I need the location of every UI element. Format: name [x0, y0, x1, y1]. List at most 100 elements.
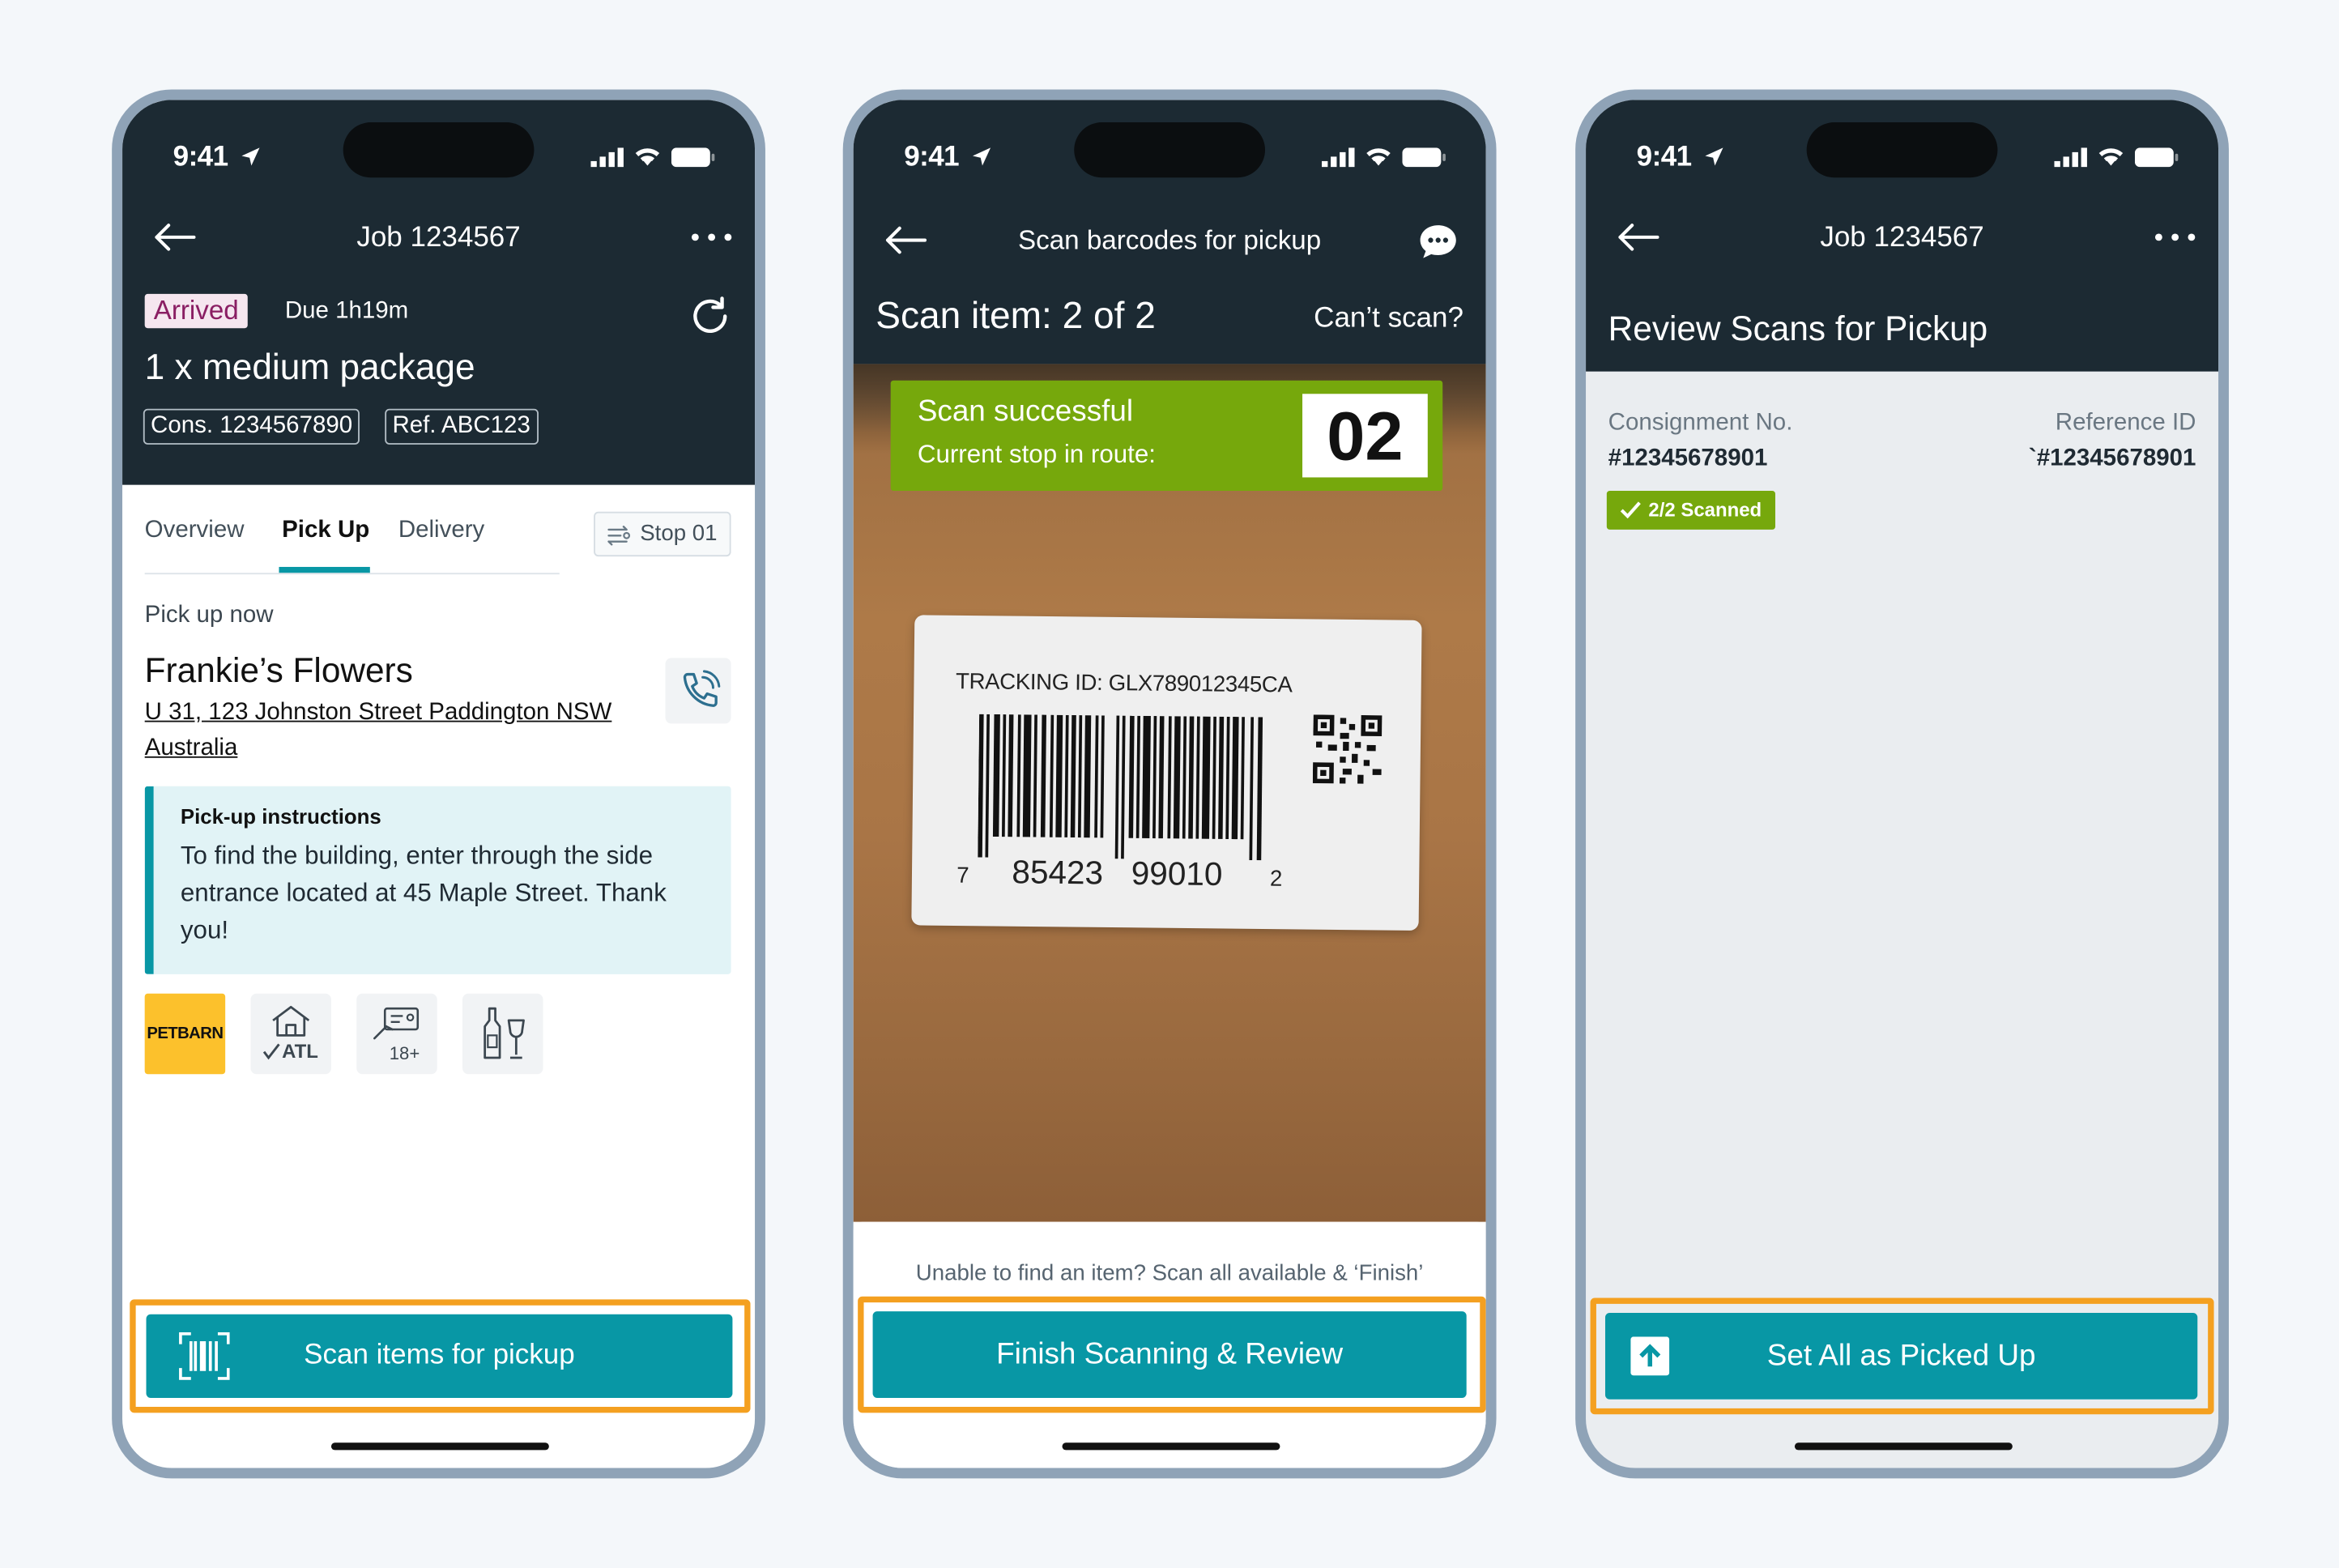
location-arrow-icon [241, 147, 260, 166]
upload-arrow-icon [1630, 1336, 1670, 1376]
finish-scanning-button[interactable]: Finish Scanning & Review [872, 1311, 1467, 1398]
battery-icon [671, 147, 715, 168]
consignment-value: #12345678901 [1608, 445, 1768, 472]
business-name: Frankie’s Flowers [144, 650, 413, 690]
address-line1: U 31, 123 Johnston Street Paddington NSW [144, 699, 612, 726]
scan-header: 9:41 Scan barcodes for pickup Scan item:… [853, 100, 1486, 364]
tab-overview[interactable]: Overview [145, 518, 245, 544]
petbarn-logo: PETBARN [144, 993, 226, 1075]
stop-selector[interactable]: Stop 01 [594, 511, 731, 557]
phone-job-details: 9:41 Job 1234567 Arrived Due 1h19m 1 x m… [112, 89, 765, 1479]
scan-hint: Unable to find an item? Scan all availab… [915, 1260, 1424, 1286]
instructions-text: To find the building, enter through the … [180, 841, 667, 944]
barcode-digit-left: 7 [956, 863, 969, 889]
qr-code-graphic [1312, 714, 1383, 784]
petbarn-label: PETBARN [147, 1025, 224, 1043]
phone-scan-barcodes: 9:41 Scan barcodes for pickup Scan item:… [842, 89, 1497, 1479]
home-indicator [1062, 1442, 1280, 1451]
atl-tag: ATL [250, 993, 331, 1075]
scan-success-banner: Scan successful Current stop in route: 0… [890, 380, 1443, 492]
page-title: Job 1234567 [356, 222, 521, 254]
tab-active-underline [279, 566, 370, 573]
package-summary: 1 x medium package [144, 347, 475, 388]
signal-icon [590, 147, 624, 168]
address-link[interactable]: U 31, 123 Johnston Street Paddington NSW… [145, 695, 612, 766]
status-time: 9:41 [904, 141, 960, 173]
stop-label: Stop 01 [640, 520, 718, 547]
wifi-icon [635, 148, 660, 166]
check-icon [262, 1043, 280, 1060]
home-indicator [1794, 1442, 2013, 1451]
barcode-scan-icon [179, 1332, 230, 1380]
set-picked-up-label: Set All as Picked Up [1766, 1339, 2036, 1372]
stop-number: 02 [1327, 396, 1404, 475]
success-title: Scan successful [917, 395, 1134, 428]
page-title: Job 1234567 [1820, 222, 1984, 254]
barcode-graphic [978, 714, 1263, 861]
camera-viewfinder: Scan successful Current stop in route: 0… [853, 364, 1486, 1222]
stop-number-box: 02 [1302, 394, 1428, 478]
scan-items-button[interactable]: Scan items for pickup [146, 1314, 733, 1398]
review-header: 9:41 Job 1234567 Review Scans for Pickup [1586, 100, 2219, 372]
status-bar: 9:41 [854, 130, 1486, 183]
tabs-divider [144, 573, 560, 575]
wine-bottle-glass-icon [484, 1007, 525, 1059]
scan-progress: Scan item: 2 of 2 [876, 295, 1156, 338]
signal-icon [1322, 147, 1355, 168]
address-line2: Australia [144, 735, 238, 761]
barcode-digits-2: 99010 [1129, 854, 1225, 895]
pickup-instructions: Pick-up instructions To find the buildin… [144, 786, 731, 974]
job-header: 9:41 Job 1234567 Arrived Due 1h19m 1 x m… [122, 100, 756, 485]
id-card-icon [373, 1007, 420, 1040]
scanned-badge: 2/2 Scanned [1606, 491, 1775, 530]
review-heading: Review Scans for Pickup [1608, 309, 1988, 348]
page-title: Scan barcodes for pickup [1018, 225, 1322, 255]
call-button[interactable] [665, 658, 731, 724]
tracking-id: TRACKING ID: GLX789012345CA [955, 669, 1293, 698]
instructions-title: Pick-up instructions [180, 803, 381, 829]
status-time: 9:41 [1636, 141, 1692, 173]
shipping-label: TRACKING ID: GLX789012345CA 7 85423 9901… [911, 615, 1422, 931]
wifi-icon [1366, 148, 1391, 166]
status-bar: 9:41 [1586, 130, 2218, 183]
age-label: 18+ [389, 1042, 420, 1064]
scanned-label: 2/2 Scanned [1648, 498, 1762, 521]
set-picked-up-button[interactable]: Set All as Picked Up [1604, 1312, 2198, 1400]
refresh-icon[interactable] [688, 294, 732, 339]
reference-label: Reference ID [2055, 410, 2196, 436]
atl-label: ATL [282, 1039, 318, 1063]
tab-delivery[interactable]: Delivery [398, 518, 484, 544]
location-arrow-icon [1705, 147, 1723, 166]
route-icon [607, 526, 631, 546]
battery-icon [1402, 147, 1446, 168]
alcohol-tag [462, 993, 543, 1075]
due-time: Due 1h19m [284, 298, 409, 324]
signal-icon [2054, 147, 2087, 168]
phone-review-scans: 9:41 Job 1234567 Review Scans for Pickup… [1575, 89, 2229, 1479]
barcode-digits-1: 85423 [1010, 853, 1106, 893]
reference-chip: Ref. ABC123 [385, 408, 539, 445]
house-icon [272, 1005, 310, 1037]
finish-scanning-label: Finish Scanning & Review [996, 1337, 1344, 1370]
more-options-icon[interactable] [2154, 232, 2196, 241]
status-bar: 9:41 [122, 130, 755, 183]
home-indicator [330, 1442, 549, 1451]
success-subtitle: Current stop in route: [917, 440, 1157, 469]
location-arrow-icon [972, 147, 991, 166]
scan-items-label: Scan items for pickup [304, 1340, 575, 1371]
section-label: Pick up now [144, 603, 274, 628]
barcode-digit-right: 2 [1269, 866, 1283, 893]
reference-value: `#12345678901 [2028, 445, 2196, 472]
chat-icon[interactable] [1417, 222, 1459, 261]
stage: 9:41 Job 1234567 Arrived Due 1h19m 1 x m… [0, 0, 2339, 1568]
consignment-chip: Cons. 1234567890 [143, 408, 360, 445]
battery-icon [2134, 147, 2179, 168]
status-badge: Arrived [144, 293, 248, 329]
check-icon [1620, 501, 1641, 519]
tab-pick-up[interactable]: Pick Up [282, 518, 369, 544]
more-options-icon[interactable] [691, 232, 733, 241]
age-check-tag: 18+ [356, 993, 437, 1075]
cant-scan-link[interactable]: Can’t scan? [1314, 303, 1463, 336]
consignment-label: Consignment No. [1608, 410, 1793, 436]
wifi-icon [2098, 148, 2124, 166]
